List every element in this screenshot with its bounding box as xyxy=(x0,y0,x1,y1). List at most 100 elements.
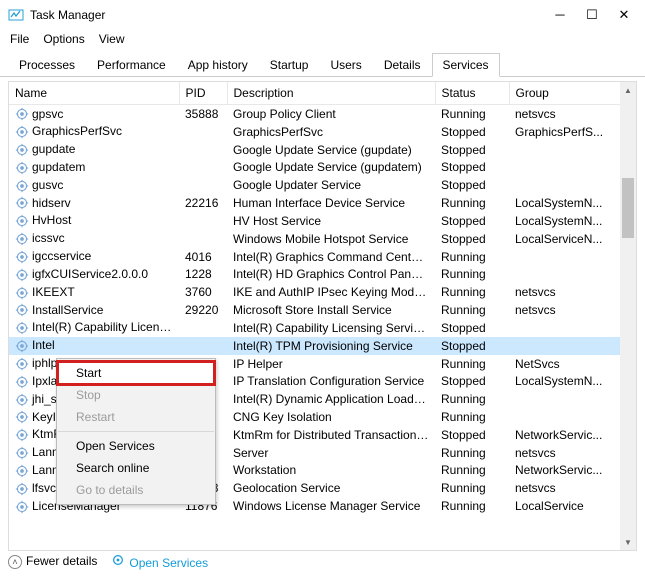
service-pid xyxy=(179,212,227,230)
table-row[interactable]: Intel(R) Capability Licensin...Intel(R) … xyxy=(9,319,636,337)
service-status: Running xyxy=(435,355,509,373)
service-gear-icon xyxy=(15,107,29,121)
tab-users[interactable]: Users xyxy=(319,53,372,77)
service-name: gpsvc xyxy=(32,107,63,121)
service-gear-icon xyxy=(15,446,29,460)
table-row[interactable]: igccservice4016Intel(R) Graphics Command… xyxy=(9,248,636,266)
service-status: Stopped xyxy=(435,426,509,444)
service-status: Running xyxy=(435,301,509,319)
table-row[interactable]: hidserv22216Human Interface Device Servi… xyxy=(9,194,636,212)
close-button[interactable]: ✕ xyxy=(617,7,631,23)
service-status: Stopped xyxy=(435,141,509,159)
col-name[interactable]: Name xyxy=(9,82,179,105)
table-row[interactable]: InstallService29220Microsoft Store Insta… xyxy=(9,301,636,319)
table-row[interactable]: IKEEXT 3760IKE and AuthIP IPsec Keying Mo… xyxy=(9,283,636,301)
service-name: Intel xyxy=(32,338,55,352)
service-status: Stopped xyxy=(435,319,509,337)
service-group: LocalSystemN... xyxy=(509,212,636,230)
service-group: LocalSystemN... xyxy=(509,194,636,212)
service-description: IP Translation Configuration Service xyxy=(227,372,435,390)
service-gear-icon xyxy=(15,179,29,193)
table-row[interactable]: IntelIntel(R) TPM Provisioning ServiceSt… xyxy=(9,337,636,355)
service-status: Stopped xyxy=(435,123,509,141)
service-group: NetworkServic... xyxy=(509,462,636,480)
service-status: Stopped xyxy=(435,212,509,230)
service-group xyxy=(509,158,636,176)
service-group xyxy=(509,408,636,426)
service-status: Stopped xyxy=(435,158,509,176)
table-row[interactable]: gupdatemGoogle Update Service (gupdatem)… xyxy=(9,158,636,176)
service-group xyxy=(509,319,636,337)
service-description: Google Update Service (gupdatem) xyxy=(227,158,435,176)
service-status: Running xyxy=(435,265,509,283)
table-row[interactable]: igfxCUIService2.0.0.01228Intel(R) HD Gra… xyxy=(9,265,636,283)
col-pid[interactable]: PID xyxy=(179,82,227,105)
gear-icon xyxy=(111,553,125,567)
open-services-link[interactable]: Open Services xyxy=(111,553,208,570)
service-description: Geolocation Service xyxy=(227,479,435,497)
scroll-up-icon[interactable]: ▲ xyxy=(620,82,636,98)
service-pid xyxy=(179,319,227,337)
scrollbar[interactable]: ▲ ▼ xyxy=(620,82,636,550)
service-gear-icon xyxy=(15,500,29,514)
service-group: netsvcs xyxy=(509,479,636,497)
ctx-start[interactable]: Start xyxy=(58,362,214,384)
service-pid xyxy=(179,141,227,159)
tab-performance[interactable]: Performance xyxy=(86,53,177,77)
scroll-thumb[interactable] xyxy=(622,178,634,238)
service-gear-icon xyxy=(15,196,29,210)
service-description: Human Interface Device Service xyxy=(227,194,435,212)
service-gear-icon xyxy=(15,464,29,478)
menu-view[interactable]: View xyxy=(99,32,125,46)
tab-startup[interactable]: Startup xyxy=(259,53,320,77)
tab-processes[interactable]: Processes xyxy=(8,53,86,77)
table-row[interactable]: gpsvc35888Group Policy ClientRunningnets… xyxy=(9,105,636,123)
maximize-button[interactable]: ☐ xyxy=(585,7,599,23)
service-gear-icon xyxy=(15,250,29,264)
service-name: igfxCUIService2.0.0.0 xyxy=(32,267,148,281)
service-group xyxy=(509,265,636,283)
service-gear-icon xyxy=(15,232,29,246)
menu-file[interactable]: File xyxy=(10,32,29,46)
footer: ˄Fewer details Open Services xyxy=(8,553,208,570)
service-description: HV Host Service xyxy=(227,212,435,230)
service-name: iphlp xyxy=(32,356,57,370)
col-description[interactable]: Description xyxy=(227,82,435,105)
service-pid: 4016 xyxy=(179,248,227,266)
service-name: IKEEXT xyxy=(32,285,75,299)
service-description: KtmRm for Distributed Transaction C... xyxy=(227,426,435,444)
service-pid: 3760 xyxy=(179,283,227,301)
service-description: Windows License Manager Service xyxy=(227,497,435,515)
service-gear-icon xyxy=(15,268,29,282)
window-title: Task Manager xyxy=(30,8,105,22)
tab-details[interactable]: Details xyxy=(373,53,432,77)
service-description: IP Helper xyxy=(227,355,435,373)
service-description: Server xyxy=(227,444,435,462)
service-group: NetworkServic... xyxy=(509,426,636,444)
ctx-open-services[interactable]: Open Services xyxy=(58,435,214,457)
ctx-stop: Stop xyxy=(58,384,214,406)
scroll-down-icon[interactable]: ▼ xyxy=(620,534,636,550)
table-row[interactable]: HvHostHV Host ServiceStoppedLocalSystemN… xyxy=(9,212,636,230)
service-status: Running xyxy=(435,390,509,408)
service-gear-icon xyxy=(15,161,29,175)
tab-app-history[interactable]: App history xyxy=(177,53,259,77)
minimize-button[interactable]: ─ xyxy=(553,7,567,23)
service-gear-icon xyxy=(15,482,29,496)
service-name: gupdate xyxy=(32,142,75,156)
tab-services[interactable]: Services xyxy=(432,53,500,77)
service-status: Running xyxy=(435,408,509,426)
fewer-details-button[interactable]: ˄Fewer details xyxy=(8,554,97,569)
table-row[interactable]: icssvcWindows Mobile Hotspot ServiceStop… xyxy=(9,230,636,248)
table-row[interactable]: gupdateGoogle Update Service (gupdate)St… xyxy=(9,141,636,159)
table-row[interactable]: gusvcGoogle Updater ServiceStopped xyxy=(9,176,636,194)
col-group[interactable]: Group xyxy=(509,82,636,105)
table-row[interactable]: GraphicsPerfSvcGraphicsPerfSvcStoppedGra… xyxy=(9,123,636,141)
ctx-search-online[interactable]: Search online xyxy=(58,457,214,479)
service-group xyxy=(509,337,636,355)
service-group: netsvcs xyxy=(509,301,636,319)
title-bar: Task Manager ─ ☐ ✕ xyxy=(0,0,645,30)
service-description: IKE and AuthIP IPsec Keying Modules xyxy=(227,283,435,301)
col-status[interactable]: Status xyxy=(435,82,509,105)
menu-options[interactable]: Options xyxy=(43,32,84,46)
